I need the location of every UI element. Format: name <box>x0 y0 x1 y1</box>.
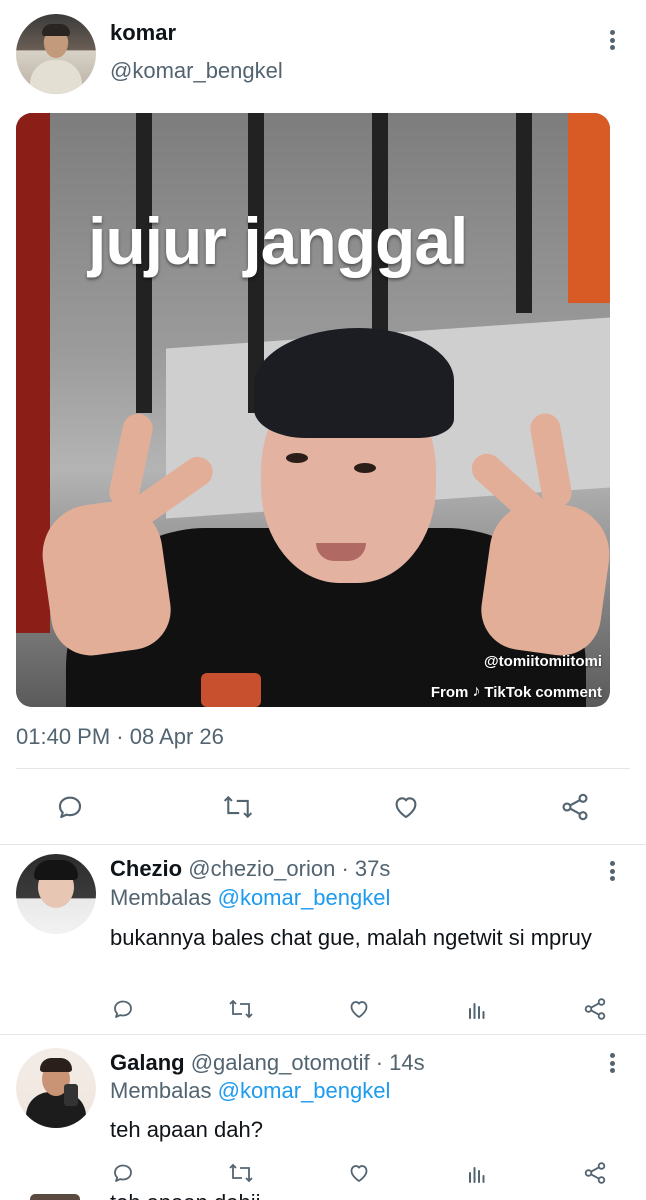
watermark-from-label: From <box>430 683 469 701</box>
tweet-media[interactable]: jujur janggal @tomiitomiitomi From ♪ Tik… <box>16 113 610 707</box>
reply-icon[interactable] <box>108 994 138 1024</box>
analytics-icon[interactable] <box>462 994 492 1024</box>
tiktok-icon: ♪ <box>472 683 481 700</box>
reply-author-name[interactable]: Galang <box>110 1050 185 1075</box>
share-icon[interactable] <box>555 787 595 827</box>
more-options-icon[interactable] <box>602 27 622 53</box>
replying-to: Membalas @komar_bengkel <box>110 1078 390 1104</box>
tweet-header: komar @komar_bengkel <box>0 0 646 110</box>
retweet-icon[interactable] <box>226 1158 256 1188</box>
author-name[interactable]: komar <box>110 20 176 46</box>
reply-meta: Chezio @chezio_orion · 37s <box>110 856 390 882</box>
retweet-icon[interactable] <box>218 787 258 827</box>
author-handle[interactable]: @komar_bengkel <box>110 58 283 84</box>
reply-text: teh apaan dahij <box>110 1190 260 1200</box>
like-icon[interactable] <box>386 787 426 827</box>
reply-meta: Galang @galang_otomotif · 14s <box>110 1050 425 1076</box>
reply-author-handle[interactable]: @galang_otomotif <box>191 1050 370 1075</box>
like-icon[interactable] <box>344 994 374 1024</box>
avatar[interactable] <box>16 854 96 934</box>
replying-mention[interactable]: @komar_bengkel <box>218 885 391 910</box>
watermark-source: From ♪ TikTok comment <box>431 683 602 701</box>
media-caption: jujur janggal <box>88 204 468 278</box>
replying-prefix: Membalas <box>110 885 212 910</box>
replying-mention[interactable]: @komar_bengkel <box>218 1078 391 1103</box>
watermark-handle: @tomiitomiitomi <box>484 653 602 670</box>
avatar[interactable] <box>30 1194 80 1200</box>
reply-item[interactable]: Chezio @chezio_orion · 37s Membalas @kom… <box>0 844 646 1034</box>
reply-icon[interactable] <box>108 1158 138 1188</box>
more-options-icon[interactable] <box>602 1050 622 1076</box>
reply-time: · 37s <box>341 856 391 881</box>
reply-text: teh apaan dah? <box>110 1117 263 1142</box>
retweet-icon[interactable] <box>226 994 256 1024</box>
divider <box>16 768 630 769</box>
avatar[interactable] <box>16 1048 96 1128</box>
reply-icon[interactable] <box>50 787 90 827</box>
like-icon[interactable] <box>344 1158 374 1188</box>
share-icon[interactable] <box>580 994 610 1024</box>
reply-item[interactable]: Galang @galang_otomotif · 14s Membalas @… <box>0 1034 646 1200</box>
reply-author-handle[interactable]: @chezio_orion <box>188 856 335 881</box>
more-options-icon[interactable] <box>602 858 622 884</box>
watermark-brand: TikTok <box>484 683 532 701</box>
reply-author-name[interactable]: Chezio <box>110 856 182 881</box>
tweet-timestamp: 01:40 PM · 08 Apr 26 <box>16 724 224 749</box>
replying-prefix: Membalas <box>110 1078 212 1103</box>
reply-time: · 14s <box>375 1050 425 1075</box>
watermark-suffix: comment <box>535 683 602 701</box>
replying-to: Membalas @komar_bengkel <box>110 885 390 911</box>
avatar[interactable] <box>16 14 96 94</box>
share-icon[interactable] <box>580 1158 610 1188</box>
analytics-icon[interactable] <box>462 1158 492 1188</box>
reply-text: bukannya bales chat gue, malah ngetwit s… <box>110 925 592 950</box>
